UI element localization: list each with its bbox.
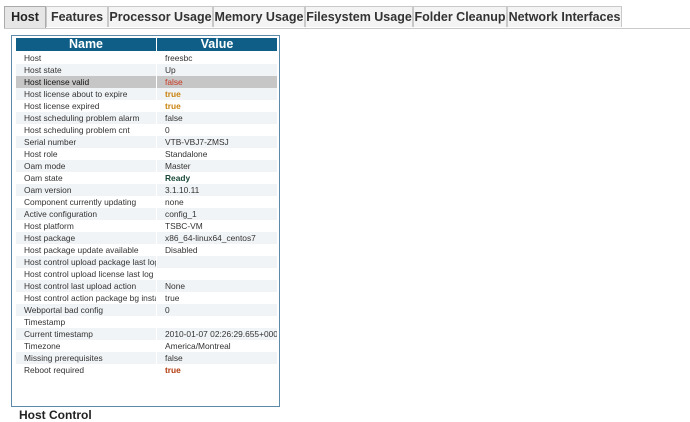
row-name: Serial number xyxy=(15,136,157,148)
row-name: Host role xyxy=(15,148,157,160)
tab-folder-cleanup[interactable]: Folder Cleanup xyxy=(413,6,507,27)
row-name: Host package xyxy=(15,232,157,244)
row-value: config_1 xyxy=(156,208,278,220)
table-row: Host role Standalone xyxy=(15,148,278,160)
row-value: true xyxy=(156,100,278,112)
row-name: Host xyxy=(15,51,157,64)
row-value: Ready xyxy=(156,172,278,184)
table-row: Host platform TSBC-VM xyxy=(15,220,278,232)
table-row: Host control last upload action None xyxy=(15,280,278,292)
row-value: Standalone xyxy=(156,148,278,160)
table-row: Missing prerequisites false xyxy=(15,352,278,364)
row-value: true xyxy=(156,292,278,304)
row-name: Host license valid xyxy=(15,76,157,88)
table-row: Current timestamp 2010-01-07 02:26:29.65… xyxy=(15,328,278,340)
table-row: Oam version 3.1.10.11 xyxy=(15,184,278,196)
row-value: 0 xyxy=(156,124,278,136)
row-value: Disabled xyxy=(156,244,278,256)
table-row: Oam state Ready xyxy=(15,172,278,184)
table-row: Host package x86_64-linux64_centos7 xyxy=(15,232,278,244)
row-name: Host state xyxy=(15,64,157,76)
row-name: Host scheduling problem alarm xyxy=(15,112,157,124)
table-row: Host license expired true xyxy=(15,100,278,112)
row-value: Master xyxy=(156,160,278,172)
row-value: 2010-01-07 02:26:29.655+0000 xyxy=(156,328,278,340)
row-name: Host package update available xyxy=(15,244,157,256)
table-row: Component currently updating none xyxy=(15,196,278,208)
table-row: Webportal bad config 0 xyxy=(15,304,278,316)
row-value: 0 xyxy=(156,304,278,316)
row-value: America/Montreal xyxy=(156,340,278,352)
row-value: TSBC-VM xyxy=(156,220,278,232)
table-row: Host freesbc xyxy=(15,51,278,64)
row-value xyxy=(156,256,278,268)
table-row: Timestamp xyxy=(15,316,278,328)
row-name: Active configuration xyxy=(15,208,157,220)
table-header-row: Name Value xyxy=(15,37,278,52)
table-row-selected[interactable]: Host license valid false xyxy=(15,76,278,88)
row-name: Webportal bad config xyxy=(15,304,157,316)
tab-network-interfaces[interactable]: Network Interfaces xyxy=(507,6,622,27)
row-name: Host control action package bg install xyxy=(15,292,157,304)
row-value: 3.1.10.11 xyxy=(156,184,278,196)
row-value: x86_64-linux64_centos7 xyxy=(156,232,278,244)
row-name: Host control upload package last log xyxy=(15,256,157,268)
row-name: Host license expired xyxy=(15,100,157,112)
table-row: Host control action package bg install t… xyxy=(15,292,278,304)
table-row: Host control upload license last log xyxy=(15,268,278,280)
row-value xyxy=(156,316,278,328)
row-name: Component currently updating xyxy=(15,196,157,208)
row-value: true xyxy=(156,88,278,100)
row-value: Up xyxy=(156,64,278,76)
row-value xyxy=(156,268,278,280)
table-row: Host package update available Disabled xyxy=(15,244,278,256)
host-info-panel: Name Value Host freesbc Host state Up Ho… xyxy=(11,35,280,407)
row-name: Host platform xyxy=(15,220,157,232)
table-row: Host state Up xyxy=(15,64,278,76)
column-header-name: Name xyxy=(15,37,157,52)
tab-host[interactable]: Host xyxy=(4,6,46,28)
table-row: Host scheduling problem alarm false xyxy=(15,112,278,124)
table-row: Oam mode Master xyxy=(15,160,278,172)
column-header-value: Value xyxy=(156,37,278,52)
row-name: Timezone xyxy=(15,340,157,352)
row-value: None xyxy=(156,280,278,292)
row-name: Current timestamp xyxy=(15,328,157,340)
row-value: false xyxy=(156,352,278,364)
row-value: false xyxy=(156,112,278,124)
tab-memory-usage[interactable]: Memory Usage xyxy=(213,6,305,27)
row-name: Timestamp xyxy=(15,316,157,328)
tab-features[interactable]: Features xyxy=(46,6,108,27)
row-value: false xyxy=(156,76,278,88)
row-value: VTB-VBJ7-ZMSJ xyxy=(156,136,278,148)
row-name: Reboot required xyxy=(15,364,157,376)
tab-bar: Host Features Processor Usage Memory Usa… xyxy=(4,6,690,29)
row-name: Missing prerequisites xyxy=(15,352,157,364)
table-row: Active configuration config_1 xyxy=(15,208,278,220)
row-value: none xyxy=(156,196,278,208)
table-row: Host control upload package last log xyxy=(15,256,278,268)
table-row: Reboot required true xyxy=(15,364,278,376)
row-name: Host license about to expire xyxy=(15,88,157,100)
host-info-table: Name Value Host freesbc Host state Up Ho… xyxy=(15,37,278,376)
row-value: freesbc xyxy=(156,51,278,64)
row-name: Oam mode xyxy=(15,160,157,172)
table-row: Host license about to expire true xyxy=(15,88,278,100)
row-name: Oam version xyxy=(15,184,157,196)
row-name: Host control last upload action xyxy=(15,280,157,292)
tab-filesystem-usage[interactable]: Filesystem Usage xyxy=(305,6,413,27)
row-name: Host scheduling problem cnt xyxy=(15,124,157,136)
table-row: Host scheduling problem cnt 0 xyxy=(15,124,278,136)
host-control-heading: Host Control xyxy=(19,408,92,422)
tab-processor-usage[interactable]: Processor Usage xyxy=(108,6,213,27)
table-row: Timezone America/Montreal xyxy=(15,340,278,352)
table-row: Serial number VTB-VBJ7-ZMSJ xyxy=(15,136,278,148)
row-name: Host control upload license last log xyxy=(15,268,157,280)
row-name: Oam state xyxy=(15,172,157,184)
row-value: true xyxy=(156,364,278,376)
